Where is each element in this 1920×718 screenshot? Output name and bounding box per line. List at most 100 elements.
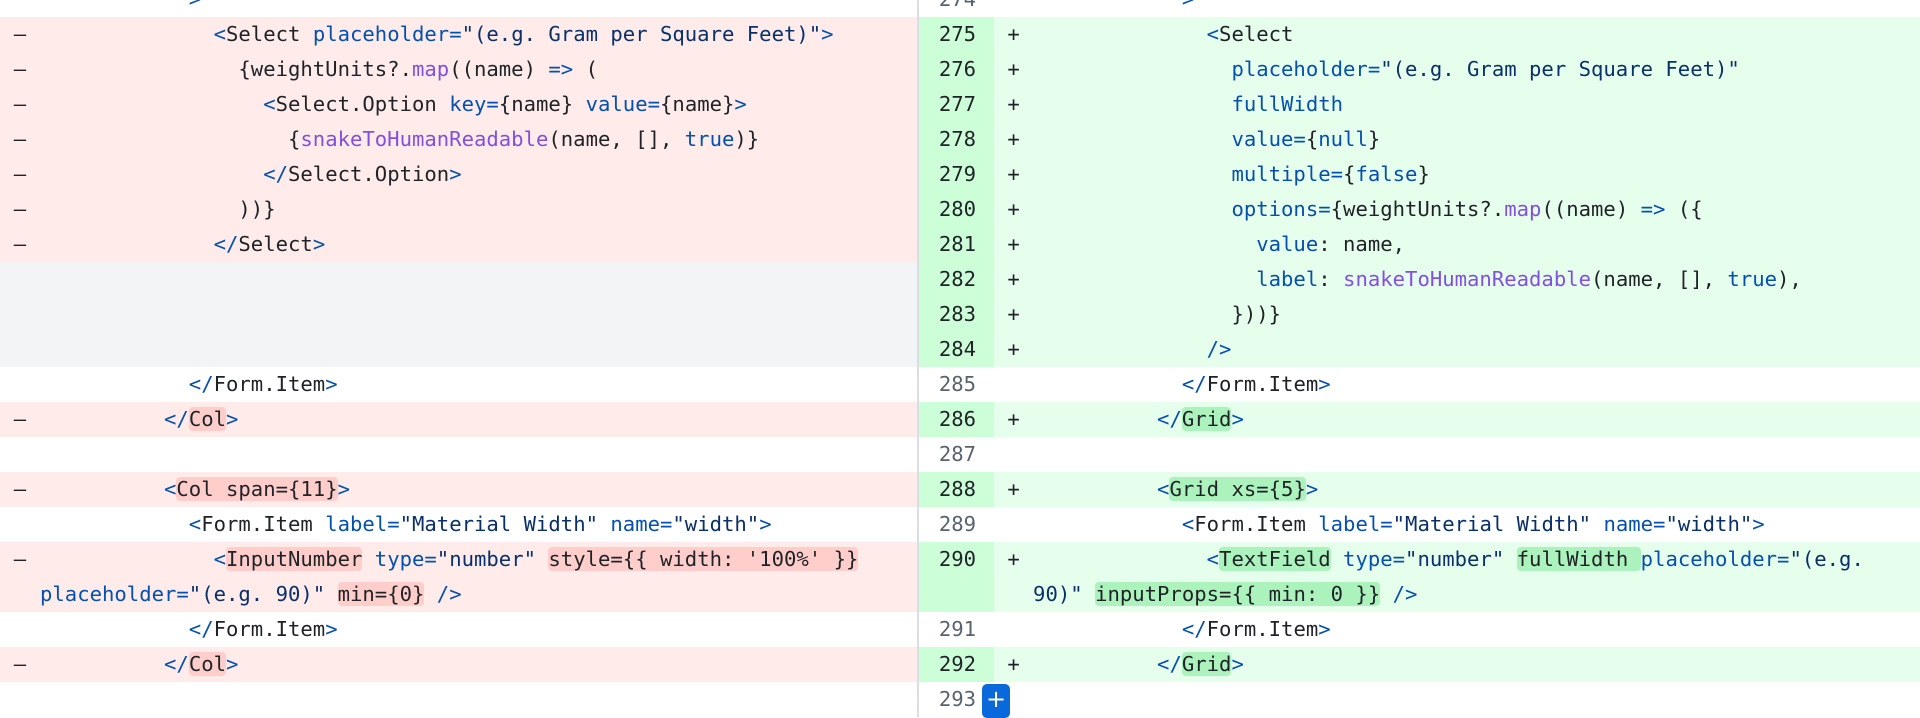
jsx-tag: > xyxy=(226,652,239,676)
diff-marker xyxy=(0,0,40,17)
diff-row: 287 xyxy=(0,437,1920,472)
line-number[interactable]: 292 xyxy=(919,647,995,682)
line-number[interactable]: 285 xyxy=(919,367,994,402)
function-name: map xyxy=(1504,197,1542,221)
right-line: 280 + options={weightUnits?.map((name) =>… xyxy=(917,192,1920,227)
code-text: {weightUnits?. xyxy=(40,57,412,81)
line-number[interactable]: 282 xyxy=(919,262,995,297)
jsx-attribute: label= xyxy=(1318,512,1393,536)
line-number[interactable]: 287 xyxy=(919,437,994,472)
line-number[interactable]: 278 xyxy=(919,122,995,157)
code-line: <Col span={11}> xyxy=(40,472,917,507)
diff-row: – </Col> 292 + </Grid> xyxy=(0,647,1920,682)
jsx-tag: > xyxy=(1318,617,1331,641)
diff-row: – <Select placeholder="(e.g. Gram per Sq… xyxy=(0,17,1920,52)
keyword: true xyxy=(684,127,735,151)
line-number[interactable]: 281 xyxy=(919,227,995,262)
jsx-attribute: name= xyxy=(610,512,673,536)
jsx-attribute: label xyxy=(1256,267,1319,291)
jsx-attribute: placeholder= xyxy=(1640,547,1790,571)
line-number[interactable]: 275 xyxy=(919,17,995,52)
diff-row: >274 > xyxy=(0,0,1920,17)
function-name: snakeToHumanReadable xyxy=(1343,267,1592,291)
line-number[interactable]: 290 xyxy=(919,542,995,612)
left-line xyxy=(0,297,918,332)
line-number[interactable]: 286 xyxy=(919,402,995,437)
diff-marker xyxy=(0,262,40,297)
jsx-tag: </ xyxy=(263,162,288,186)
code-text: {name} xyxy=(660,92,735,116)
code-text: ((name) xyxy=(449,57,549,81)
line-number[interactable]: 283 xyxy=(919,297,995,332)
code-line: > xyxy=(1033,0,1920,17)
jsx-attribute: multiple= xyxy=(1231,162,1344,186)
jsx-attribute: value= xyxy=(1231,127,1306,151)
code-line: value={null} xyxy=(1033,122,1920,157)
keyword: => xyxy=(548,57,574,81)
jsx-attribute: placeholder= xyxy=(312,22,462,46)
diff-marker xyxy=(0,332,40,367)
jsx-tag: </ xyxy=(164,652,189,676)
changed-word-highlight: Grid xs={5} xyxy=(1169,477,1306,501)
code-line: label: snakeToHumanReadable(name, [], tr… xyxy=(1033,262,1920,297)
jsx-tag: < xyxy=(1206,22,1220,46)
right-line: 287 xyxy=(917,437,1920,472)
code-text: Form.Item xyxy=(213,372,326,396)
code-line: /> xyxy=(1033,332,1920,367)
line-number[interactable]: 280 xyxy=(919,192,995,227)
code-text: Form.Item xyxy=(213,617,326,641)
jsx-tag: > xyxy=(189,0,201,11)
jsx-tag: /> xyxy=(1206,337,1232,361)
addition-marker: + xyxy=(1007,337,1020,361)
code-text: ({ xyxy=(1665,197,1703,221)
line-number[interactable]: 277 xyxy=(919,87,995,122)
line-number[interactable]: 274 xyxy=(919,0,994,17)
changed-word-highlight: fullWidth xyxy=(1516,547,1641,571)
addition-marker: + xyxy=(1007,302,1020,326)
expand-lines-button[interactable]: + xyxy=(982,684,1011,718)
line-number[interactable]: 288 xyxy=(919,472,995,507)
code-text: Select.Option xyxy=(288,162,450,186)
diff-row: – <InputNumber type="number" style={{ wi… xyxy=(0,542,1920,612)
left-line: – </Col> xyxy=(0,647,918,682)
diff-row: </Form.Item> 285 </Form.Item> xyxy=(0,367,1920,402)
code-text: : xyxy=(1318,267,1344,291)
right-line: 279 + multiple={false} xyxy=(917,157,1920,192)
left-line: – <Select.Option key={name} value={name}… xyxy=(0,87,918,122)
diff-marker xyxy=(0,367,40,402)
deletion-marker: – xyxy=(13,547,27,571)
code-line: fullWidth xyxy=(1033,87,1920,122)
left-line: </Form.Item> xyxy=(0,612,917,647)
diff-row: – </Col> 286 + </Grid> xyxy=(0,402,1920,437)
line-number[interactable]: 276 xyxy=(919,52,995,87)
changed-word-highlight: Grid xyxy=(1181,407,1232,431)
string-literal: "(e.g. Gram per Square Feet)" xyxy=(1380,57,1740,81)
line-number[interactable]: 284 xyxy=(919,332,995,367)
line-number[interactable]: 291 xyxy=(919,612,994,647)
code-line: <Grid xs={5}> xyxy=(1033,472,1920,507)
line-number[interactable]: 279 xyxy=(919,157,995,192)
code-line: </Col> xyxy=(40,402,917,437)
addition-marker: + xyxy=(1007,57,1020,81)
right-line: 276 + placeholder="(e.g. Gram per Square … xyxy=(917,52,1920,87)
code-line: options={weightUnits?.map((name) => ({ xyxy=(1033,192,1920,227)
keyword: false xyxy=(1355,162,1418,186)
code-line: </Grid> xyxy=(1033,402,1920,437)
code-line: <Select xyxy=(1033,17,1920,52)
line-number[interactable]: 289 xyxy=(919,507,994,542)
diff-marker xyxy=(0,682,40,717)
